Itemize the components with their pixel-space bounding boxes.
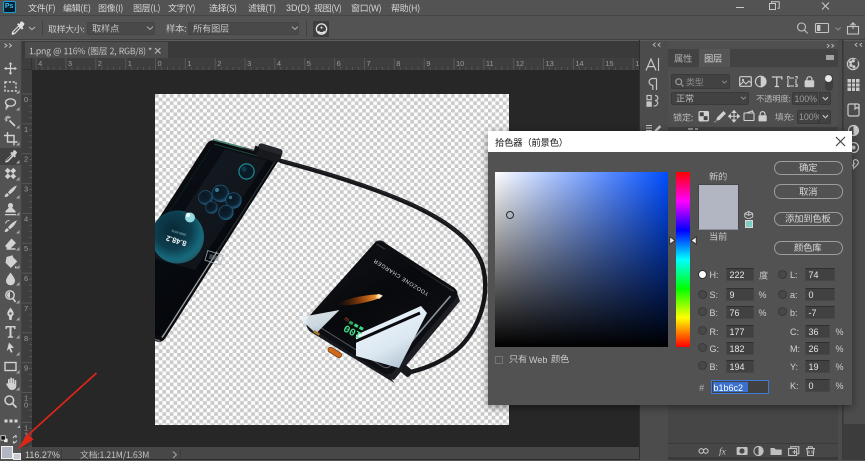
svg-text:4: 4	[24, 214, 28, 223]
svg-text:4: 4	[277, 59, 281, 68]
svg-text:7: 7	[24, 304, 28, 313]
svg-text:fx: fx	[719, 446, 727, 456]
svg-text:6: 6	[24, 274, 28, 283]
svg-text:1: 1	[128, 59, 132, 68]
svg-text:2: 2	[98, 59, 102, 68]
svg-text:2: 2	[24, 155, 28, 164]
svg-text:5: 5	[307, 59, 311, 68]
svg-text:4: 4	[38, 59, 42, 68]
svg-text:15: 15	[605, 59, 613, 68]
svg-text:11: 11	[486, 59, 494, 68]
svg-text:3: 3	[247, 59, 251, 68]
svg-text:8: 8	[396, 59, 400, 68]
svg-text:8: 8	[24, 334, 28, 343]
svg-text:3: 3	[68, 59, 72, 68]
svg-text:5: 5	[24, 244, 28, 253]
svg-text:6: 6	[337, 59, 341, 68]
svg-text:1: 1	[24, 125, 28, 134]
svg-text:2: 2	[217, 59, 221, 68]
svg-text:10: 10	[456, 59, 464, 68]
svg-text:0: 0	[158, 59, 162, 68]
svg-text:9: 9	[426, 59, 430, 68]
svg-text:1: 1	[187, 59, 191, 68]
svg-text:3: 3	[24, 185, 28, 194]
svg-text:13: 13	[546, 59, 554, 68]
svg-text:12: 12	[516, 59, 524, 68]
svg-text:14: 14	[575, 59, 583, 68]
svg-text:7: 7	[367, 59, 371, 68]
svg-text:0: 0	[24, 95, 28, 104]
